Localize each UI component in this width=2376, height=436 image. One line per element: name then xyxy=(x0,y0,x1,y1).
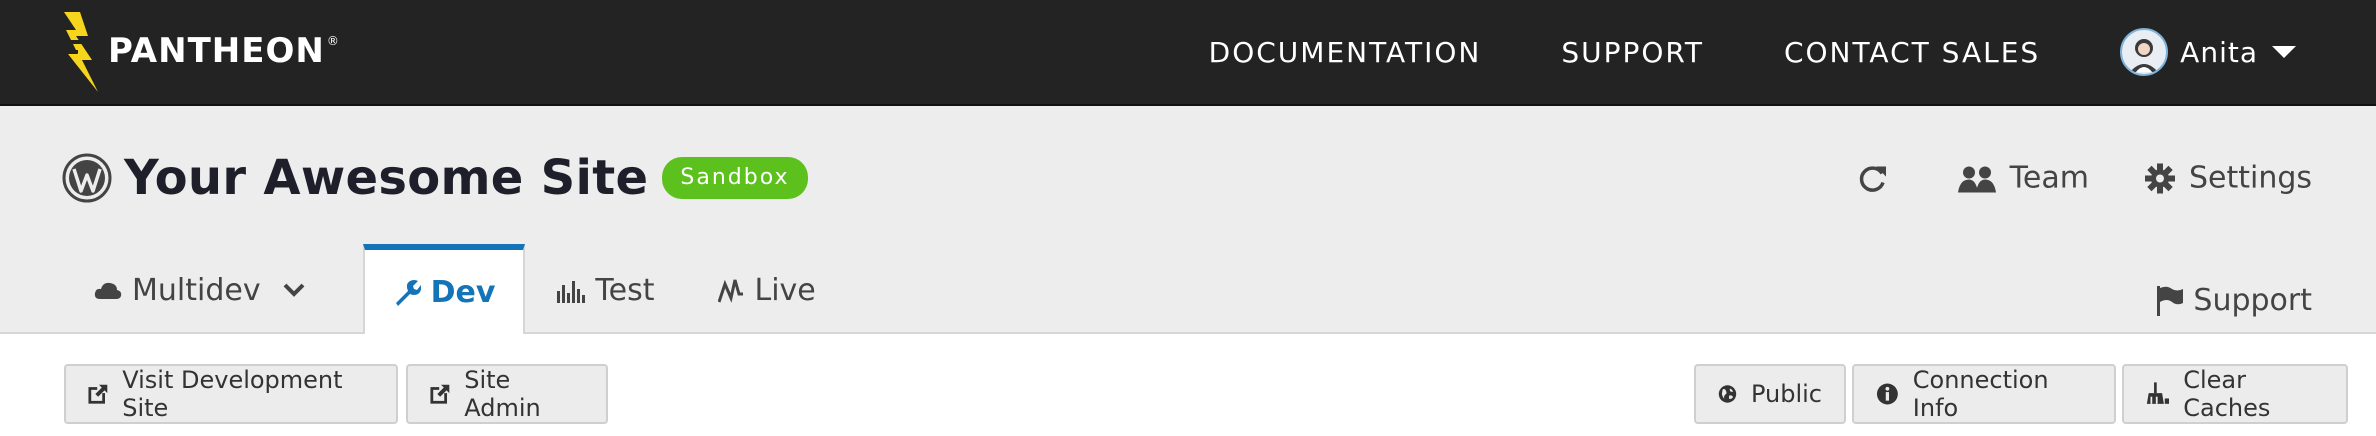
wrench-icon xyxy=(395,280,421,306)
cloud-icon xyxy=(94,282,122,299)
site-header: Your Awesome Site Sandbox Team Settings … xyxy=(0,106,2376,334)
tab-test[interactable]: Test xyxy=(525,246,686,334)
caret-down-icon xyxy=(2272,46,2296,58)
site-title-row: Your Awesome Site Sandbox xyxy=(62,150,808,206)
pantheon-logo[interactable]: PANTHEON ® xyxy=(62,6,339,96)
user-menu[interactable]: Anita xyxy=(2120,28,2296,76)
lightning-bolt-icon xyxy=(64,12,98,92)
button-label: Connection Info xyxy=(1912,366,2049,422)
refresh-button[interactable] xyxy=(1856,162,1902,194)
public-button[interactable]: Public xyxy=(1694,364,1846,424)
refresh-icon xyxy=(1859,165,1886,192)
pulse-icon xyxy=(718,279,744,303)
nav-contact-sales[interactable]: CONTACT SALES xyxy=(1784,36,2040,69)
tab-live[interactable]: Live xyxy=(686,246,847,334)
button-label: Site Admin xyxy=(464,366,541,422)
external-link-icon xyxy=(430,383,451,404)
nav-documentation[interactable]: DOCUMENTATION xyxy=(1209,36,1482,69)
visit-development-site-button[interactable]: Visit Development Site xyxy=(64,364,398,424)
nav-support[interactable]: SUPPORT xyxy=(1561,36,1704,69)
top-navigation-bar: PANTHEON ® DOCUMENTATION SUPPORT CONTACT… xyxy=(0,0,2376,106)
tab-dev[interactable]: Dev xyxy=(362,244,526,334)
site-admin-button[interactable]: Site Admin xyxy=(406,364,608,424)
globe-icon xyxy=(1718,385,1737,403)
user-name: Anita xyxy=(2180,35,2258,69)
broom-icon xyxy=(2146,382,2170,404)
connection-info-button[interactable]: Connection Info xyxy=(1852,364,2116,424)
top-nav: DOCUMENTATION SUPPORT CONTACT SALES Anit… xyxy=(1209,0,2376,104)
site-title: Your Awesome Site xyxy=(124,150,649,206)
support-link[interactable]: Support xyxy=(2157,283,2312,318)
team-button[interactable]: Team xyxy=(1957,160,2089,196)
action-bar: Visit Development Site Site Admin Public… xyxy=(0,334,2376,436)
tab-label: Test xyxy=(595,272,655,308)
tab-label: Dev xyxy=(430,274,496,310)
tab-label: Multidev xyxy=(132,272,261,308)
environment-tabs: Multidev Dev Test Live xyxy=(64,244,848,334)
avatar xyxy=(2120,28,2169,76)
info-icon xyxy=(1876,383,1898,405)
team-label: Team xyxy=(2009,160,2089,196)
brand-name: PANTHEON xyxy=(108,31,325,71)
settings-button[interactable]: Settings xyxy=(2144,160,2312,196)
wordpress-icon xyxy=(62,153,112,203)
user-avatar-icon xyxy=(2130,39,2159,72)
support-label: Support xyxy=(2193,283,2312,318)
flag-icon xyxy=(2157,285,2184,316)
external-link-icon xyxy=(88,383,109,404)
tab-label: Live xyxy=(754,272,816,308)
gear-icon xyxy=(2144,163,2175,193)
button-label: Public xyxy=(1750,380,1822,408)
button-label: Visit Development Site xyxy=(122,366,343,422)
team-icon xyxy=(1957,166,1996,192)
settings-label: Settings xyxy=(2188,160,2312,196)
tab-multidev[interactable]: Multidev xyxy=(64,246,363,334)
bar-chart-icon xyxy=(557,281,586,303)
chevron-down-icon xyxy=(283,283,305,297)
button-label: Clear Caches xyxy=(2183,366,2271,422)
registered-mark: ® xyxy=(326,34,339,48)
clear-caches-button[interactable]: Clear Caches xyxy=(2122,364,2348,424)
plan-badge: Sandbox xyxy=(662,157,808,199)
header-actions: Team Settings xyxy=(1800,161,2312,196)
